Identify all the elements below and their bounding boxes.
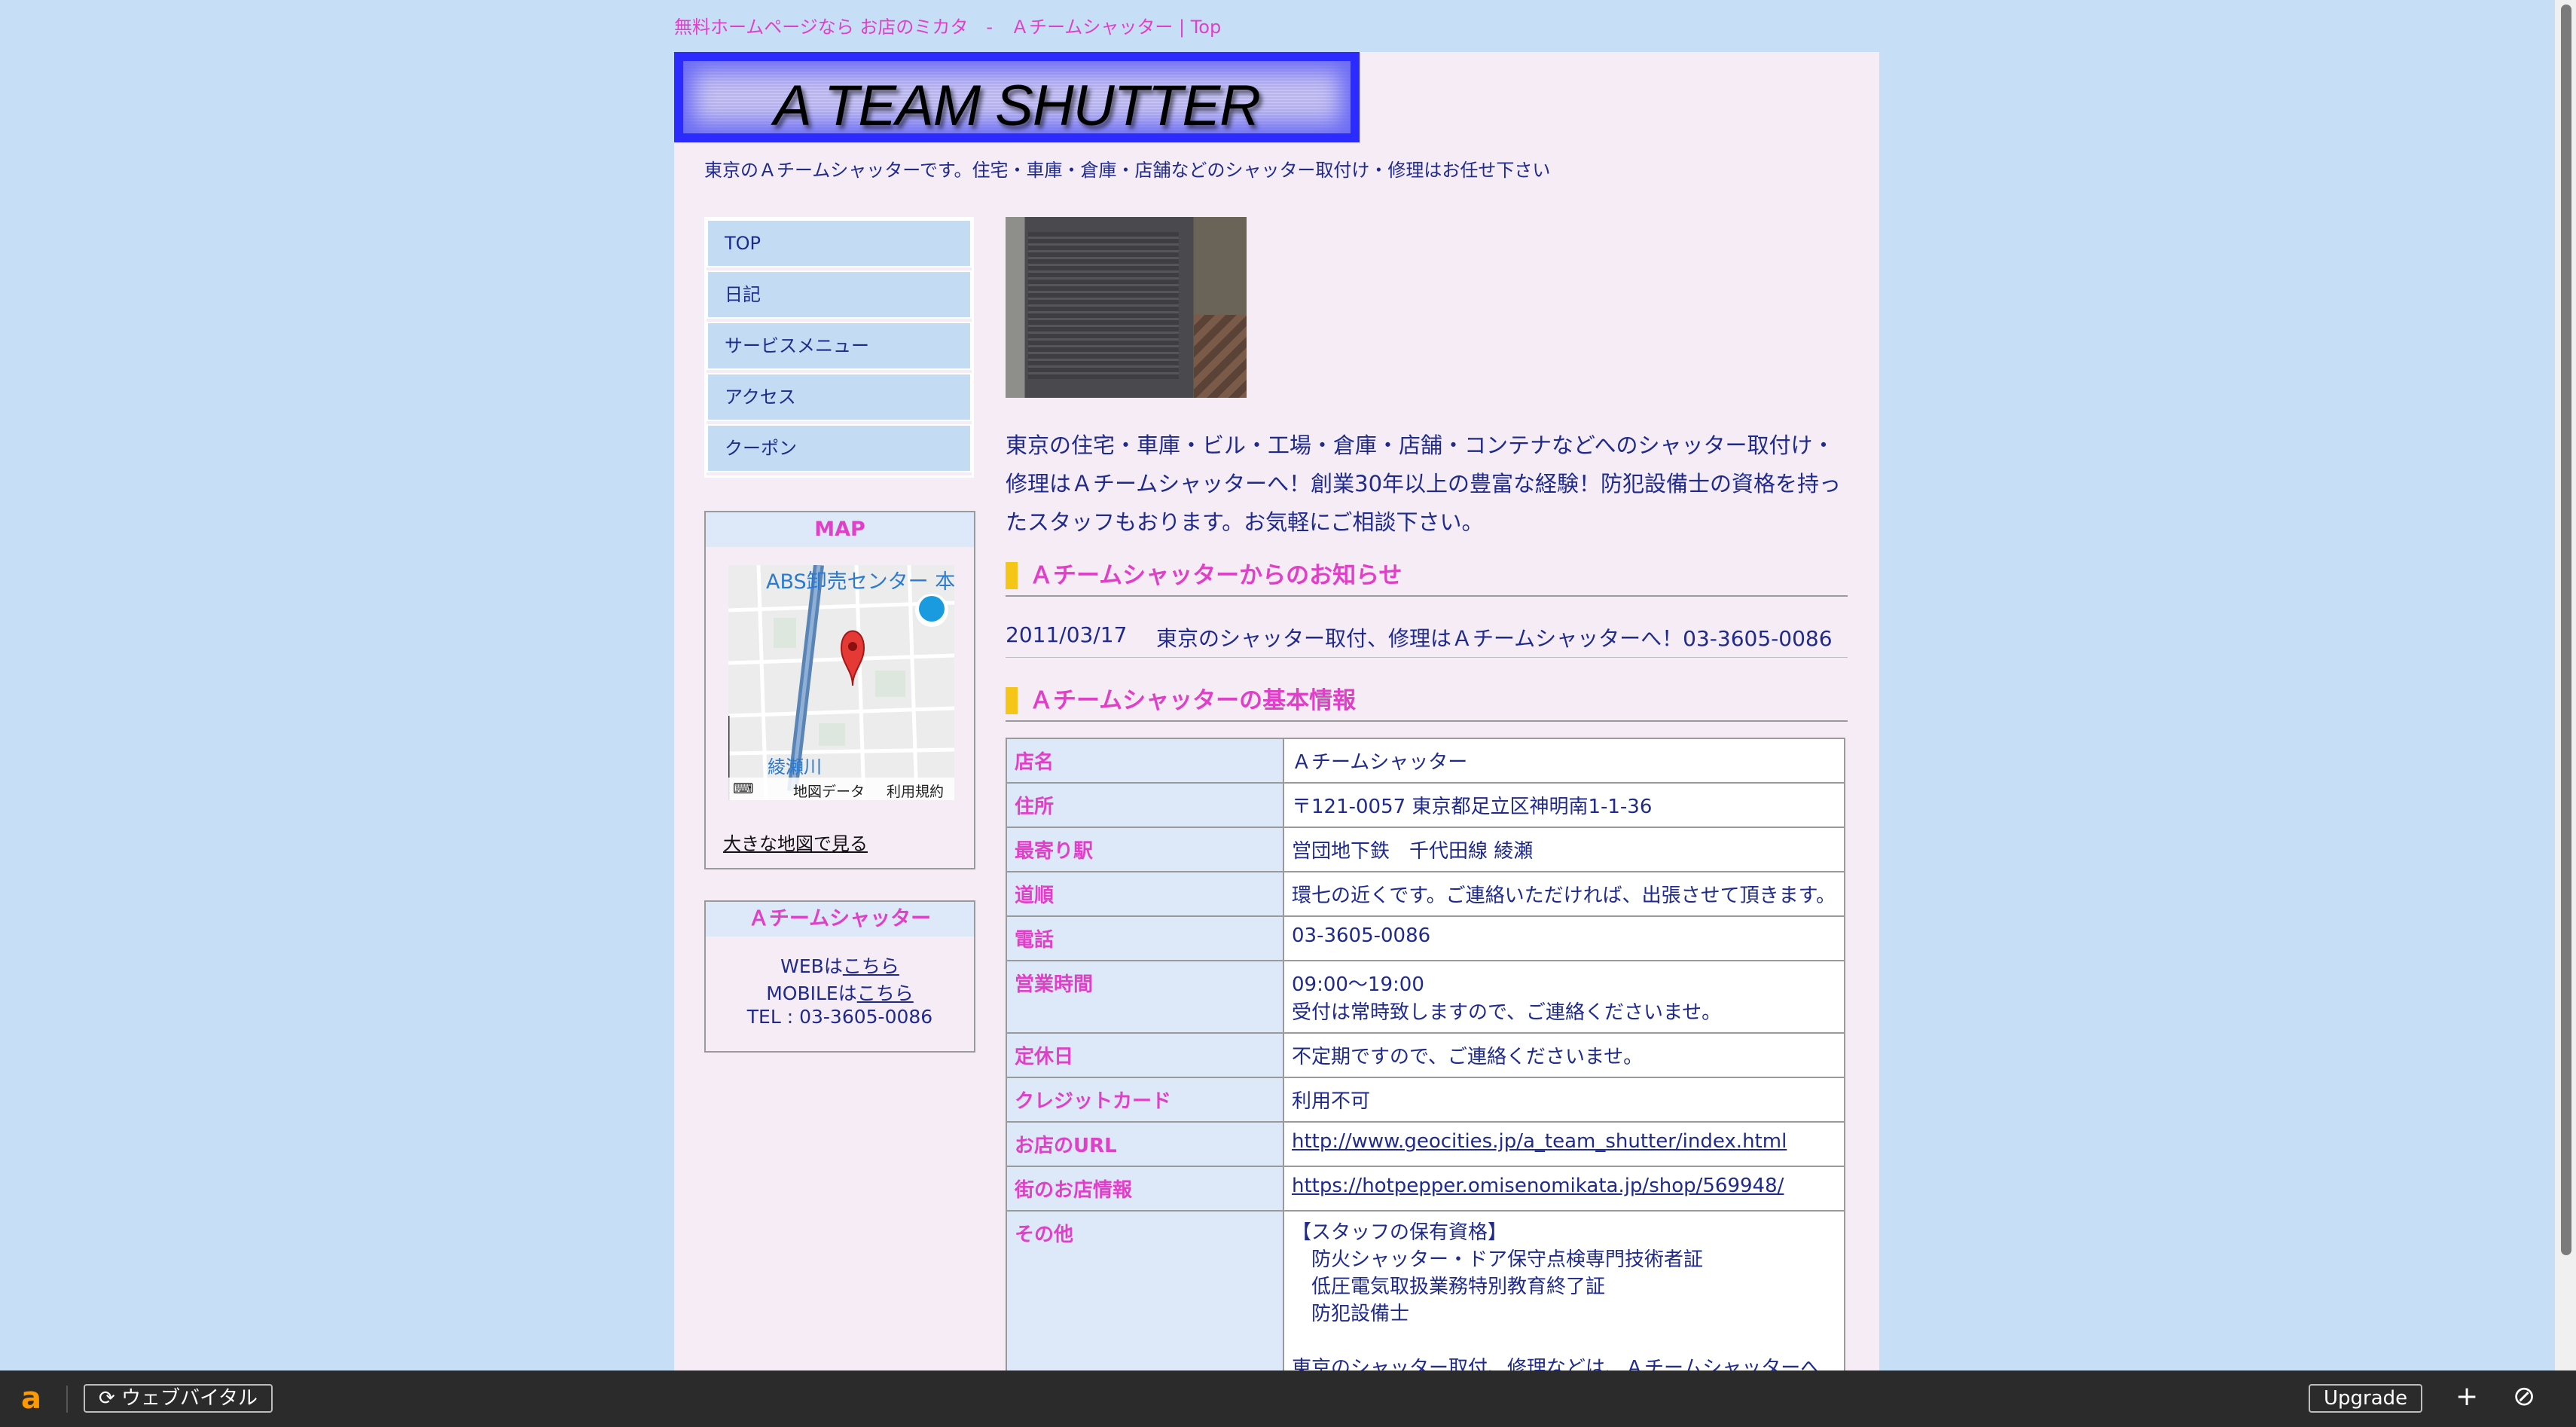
table-row: 街のお店情報 https://hotpepper.omisenomikata.j… — [1006, 1166, 1845, 1212]
logo-text: A TEAM SHUTTER — [773, 74, 1261, 138]
table-row: お店のURL http://www.geocities.jp/a_team_sh… — [1006, 1121, 1845, 1167]
shutter-image — [1028, 232, 1179, 379]
map-title: MAP — [706, 512, 974, 547]
row-key: その他 — [1006, 1210, 1284, 1391]
news-item: 2011/03/17 東京のシャッター取付、修理はＡチームシャッターへ！03-3… — [1006, 619, 1848, 658]
block-icon[interactable]: ⊘ — [2513, 1381, 2535, 1412]
nav-item-access[interactable]: アクセス — [707, 373, 972, 421]
row-value: 09:00～19:00 受付は常時致しますので、ご連絡くださいませ。 — [1283, 960, 1845, 1034]
row-key: 住所 — [1006, 782, 1284, 828]
upgrade-button[interactable]: Upgrade — [2309, 1384, 2423, 1413]
other-line: 低圧電気取扱業務特別教育終了証 — [1292, 1276, 1606, 1298]
news-text[interactable]: 東京のシャッター取付、修理はＡチームシャッターへ！03-3605-0086 — [1156, 622, 1833, 652]
map-label-station: ABS卸売センター 本 — [766, 570, 954, 594]
row-value: Ａチームシャッター — [1283, 738, 1845, 784]
table-row: 定休日 不定期ですので、ご連絡くださいませ。 — [1006, 1032, 1845, 1078]
plus-icon[interactable]: + — [2455, 1381, 2478, 1412]
nav-item-diary[interactable]: 日記 — [707, 270, 972, 319]
hours-note: 受付は常時致しますので、ご連絡くださいませ。 — [1292, 1001, 1722, 1024]
keyboard-icon[interactable]: ⌨ — [733, 781, 753, 797]
news-date: 2011/03/17 — [1006, 622, 1128, 647]
row-key: 定休日 — [1006, 1032, 1284, 1078]
row-key: 電話 — [1006, 915, 1284, 961]
map-data-label[interactable]: 地図データ — [793, 781, 865, 800]
shop-box-title: Ａチームシャッター — [706, 902, 974, 937]
shop-box: Ａチームシャッター WEBはこちら MOBILEはこちら TEL : 03-36… — [704, 900, 975, 1053]
shop-mobile-prefix: MOBILEは — [766, 982, 857, 1004]
site-logo[interactable]: A TEAM SHUTTER — [674, 52, 1360, 142]
row-value: 環七の近くです。ご連絡いただければ、出張させて頂きます。 — [1283, 871, 1845, 917]
info-section-title: Ａチームシャッターの基本情報 — [1006, 687, 1848, 722]
amazon-icon[interactable]: a — [21, 1381, 41, 1416]
hotpepper-link[interactable]: https://hotpepper.omisenomikata.jp/shop/… — [1292, 1175, 1784, 1197]
table-row: 営業時間 09:00～19:00 受付は常時致しますので、ご連絡くださいませ。 — [1006, 960, 1845, 1034]
row-value: 不定期ですので、ご連絡くださいませ。 — [1283, 1032, 1845, 1078]
table-row: 最寄り駅 営団地下鉄 千代田線 綾瀬 — [1006, 827, 1845, 872]
nav-item-top[interactable]: TOP — [707, 219, 972, 267]
shop-web-line: WEBはこちら — [706, 952, 974, 979]
row-key: 店名 — [1006, 738, 1284, 784]
nav-item-coupon[interactable]: クーポン — [707, 424, 972, 472]
intro-text: 東京の住宅・車庫・ビル・工場・倉庫・店舗・コンテナなどへのシャッター取付け・修理… — [1006, 432, 1842, 535]
shop-mobile-line: MOBILEはこちら — [706, 979, 974, 1006]
map-embed[interactable]: ABS卸売センター 本 綾瀬川 ⌨ 地図データ 利用規約 — [728, 565, 954, 800]
other-line: 【スタッフの保有資格】 — [1292, 1221, 1508, 1244]
row-value: https://hotpepper.omisenomikata.jp/shop/… — [1283, 1166, 1845, 1212]
news-section-title: Ａチームシャッターからのお知らせ — [1006, 562, 1848, 597]
row-value: 03-3605-0086 — [1283, 915, 1845, 961]
other-line — [1292, 1328, 1836, 1355]
map-terms-link[interactable]: 利用規約 — [887, 781, 944, 800]
nav-item-service-menu[interactable]: サービスメニュー — [707, 322, 972, 370]
table-row: クレジットカード 利用不可 — [1006, 1077, 1845, 1123]
map-streets — [728, 565, 954, 800]
other-line: 防火シャッター・ドア保守点検専門技術者証 — [1292, 1248, 1704, 1271]
map-footer: ⌨ 地図データ 利用規約 — [728, 778, 954, 800]
map-box: MAP ABS卸売センター 本 綾瀬川 ⌨ 地図データ 利用規約 大きな地図で見… — [704, 511, 975, 869]
vertical-scrollbar[interactable] — [2555, 0, 2576, 1371]
table-row: 電話 03-3605-0086 — [1006, 915, 1845, 961]
shop-web-link[interactable]: こちら — [843, 955, 899, 977]
other-line: 防犯設備士 — [1292, 1303, 1410, 1325]
shop-photo — [1006, 217, 1247, 398]
divider — [66, 1386, 68, 1413]
info-title: Ａチームシャッターの基本情報 — [1030, 687, 1357, 714]
extension-bottom-bar: a ⟳ ウェブバイタル Upgrade + ⊘ — [0, 1370, 2576, 1427]
web-vitals-button[interactable]: ⟳ ウェブバイタル — [84, 1384, 273, 1413]
row-key: クレジットカード — [1006, 1077, 1284, 1123]
row-key: お店のURL — [1006, 1121, 1284, 1167]
row-value: 営団地下鉄 千代田線 綾瀬 — [1283, 827, 1845, 872]
table-row: 店名 Ａチームシャッター — [1006, 738, 1845, 784]
side-nav: TOP 日記 サービスメニュー アクセス クーポン — [704, 217, 974, 478]
row-key: 街のお店情報 — [1006, 1166, 1284, 1212]
table-row: その他 【スタッフの保有資格】 防火シャッター・ドア保守点検専門技術者証 低圧電… — [1006, 1210, 1845, 1391]
site-title[interactable]: 無料ホームページなら お店のミカタ - Ａチームシャッター | Top — [674, 12, 1221, 38]
section-bar — [1006, 687, 1018, 714]
section-bar — [1006, 562, 1018, 589]
info-table: 店名 Ａチームシャッター 住所 〒121-0057 東京都足立区神明南1-1-3… — [1006, 738, 1845, 1391]
tagline: 東京のＡチームシャッターです。住宅・車庫・倉庫・店舗などのシャッター取付け・修理… — [704, 160, 1551, 181]
hours-value: 09:00～19:00 — [1292, 973, 1424, 996]
table-row: 住所 〒121-0057 東京都足立区神明南1-1-36 — [1006, 782, 1845, 828]
row-value: 利用不可 — [1283, 1077, 1845, 1123]
larger-map-link[interactable]: 大きな地図で見る — [723, 829, 868, 855]
shop-web-prefix: WEBは — [780, 955, 843, 977]
shop-tel: TEL : 03-3605-0086 — [746, 1006, 933, 1028]
row-key: 営業時間 — [1006, 960, 1284, 1034]
row-value: 【スタッフの保有資格】 防火シャッター・ドア保守点検専門技術者証 低圧電気取扱業… — [1283, 1210, 1845, 1391]
row-value: http://www.geocities.jp/a_team_shutter/i… — [1283, 1121, 1845, 1167]
row-key: 道順 — [1006, 871, 1284, 917]
stairs-image — [1194, 315, 1247, 398]
row-key: 最寄り駅 — [1006, 827, 1284, 872]
scroll-thumb[interactable] — [2561, 5, 2571, 1255]
shop-mobile-link[interactable]: こちら — [857, 982, 914, 1004]
row-value: 〒121-0057 東京都足立区神明南1-1-36 — [1283, 782, 1845, 828]
shop-url-link[interactable]: http://www.geocities.jp/a_team_shutter/i… — [1292, 1130, 1787, 1153]
map-label-river: 綾瀬川 — [768, 756, 822, 778]
table-row: 道順 環七の近くです。ご連絡いただければ、出張させて頂きます。 — [1006, 871, 1845, 917]
news-title: Ａチームシャッターからのお知らせ — [1030, 562, 1402, 589]
